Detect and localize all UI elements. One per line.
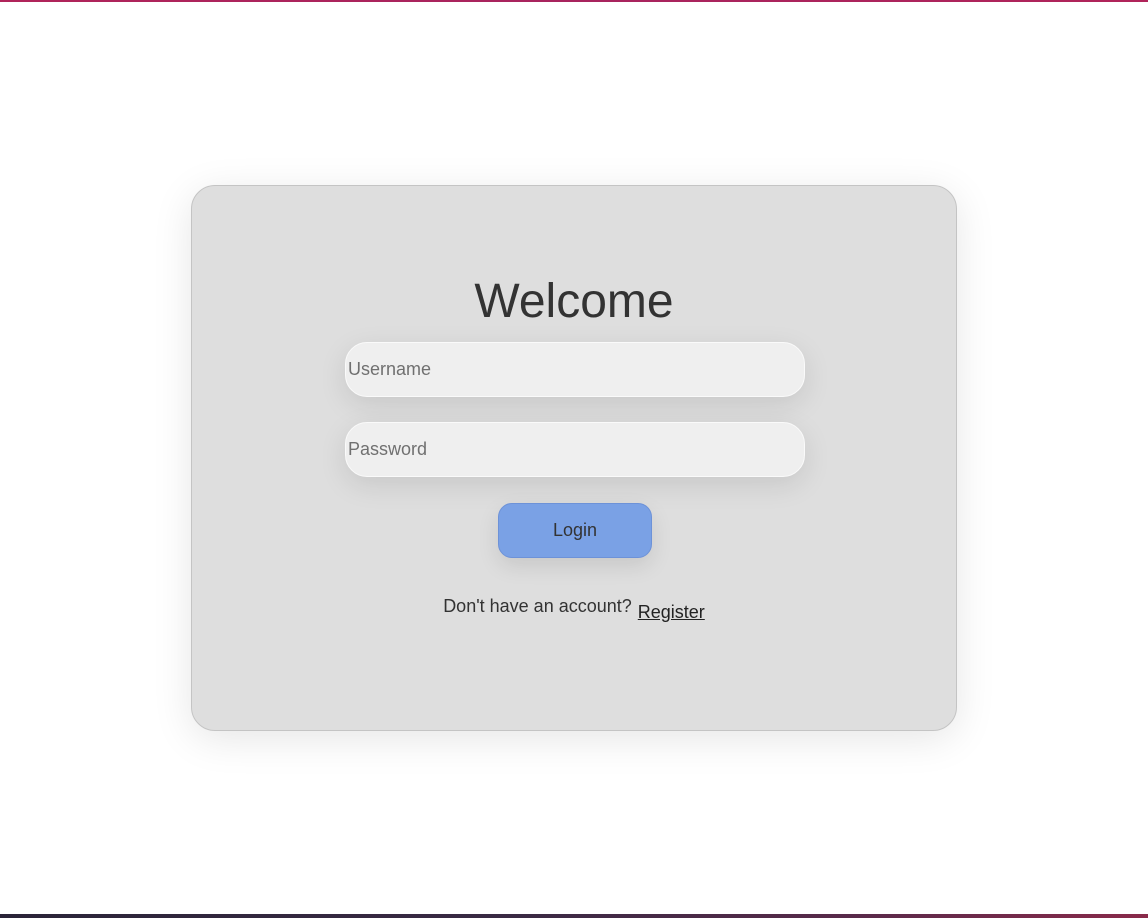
bottom-taskbar-strip (0, 914, 1148, 918)
register-prompt-text: Don't have an account? (443, 596, 632, 616)
register-link[interactable]: Register (638, 600, 705, 624)
page-title: Welcome (474, 275, 674, 328)
password-input[interactable] (345, 422, 805, 477)
username-input[interactable] (345, 342, 805, 397)
login-card: Welcome Login Don't have an account? Regi… (191, 185, 957, 731)
top-accent-strip (0, 0, 1148, 2)
register-prompt-row: Don't have an account? Register (192, 594, 956, 624)
login-button[interactable]: Login (498, 503, 652, 558)
